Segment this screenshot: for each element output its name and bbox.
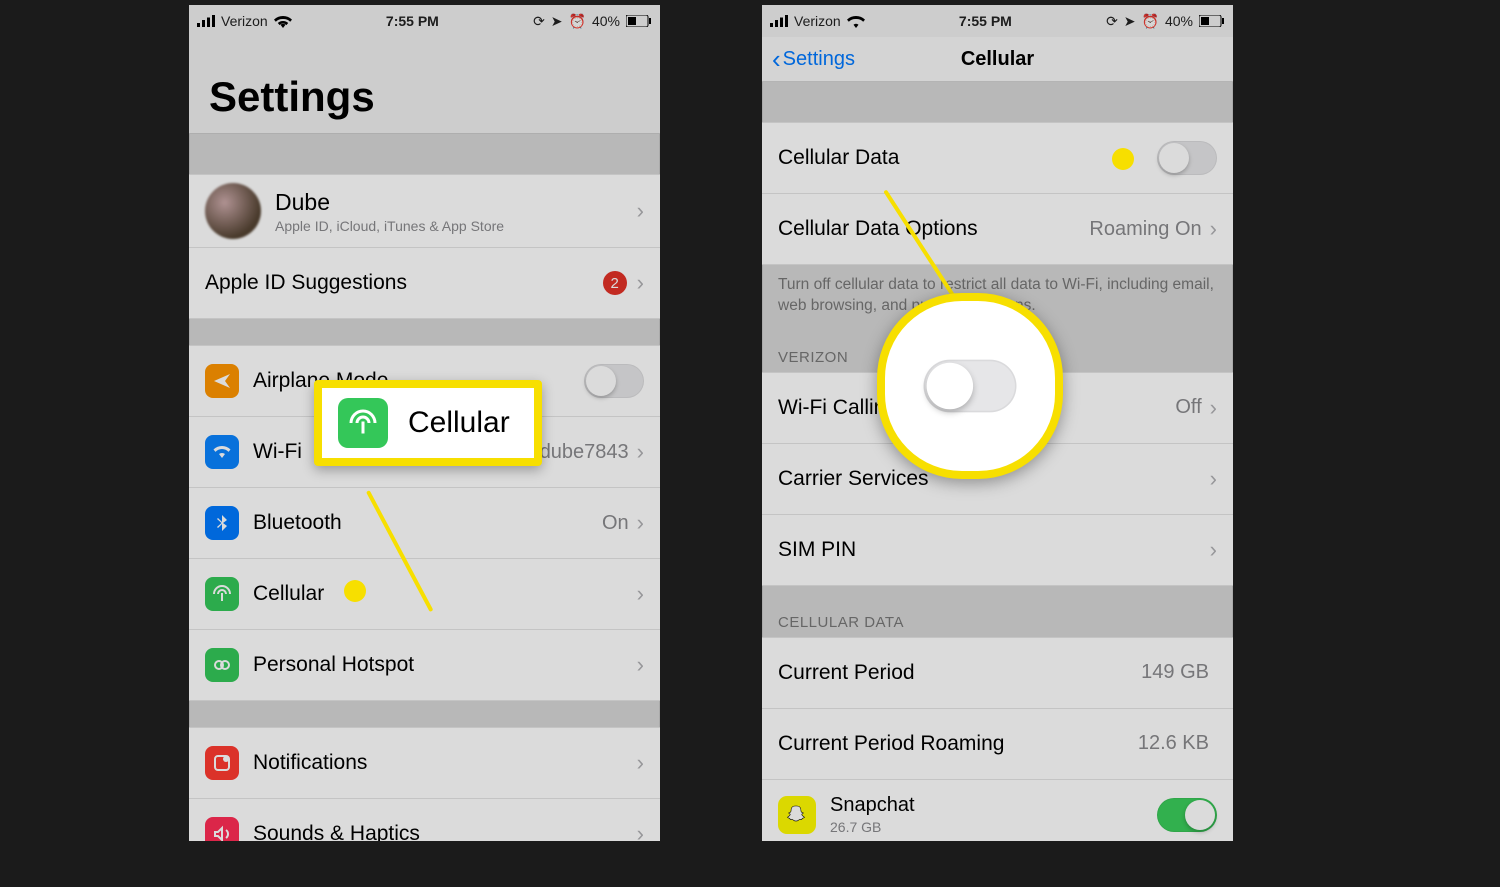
cellular-data-row[interactable]: Cellular Data [762, 123, 1233, 194]
callout-cellular-label: Cellular [408, 406, 510, 440]
status-bar: Verizon 7:55 PM ⟳ ➤ ⏰ 40% [762, 5, 1233, 37]
signal-icon [197, 15, 215, 27]
location-icon: ➤ [551, 13, 563, 30]
app-name: Snapchat [830, 794, 1157, 817]
callout-cellular-icon [338, 398, 388, 448]
status-carrier: Verizon [221, 13, 268, 29]
phone-settings: Verizon 7:55 PM ⟳ ➤ ⏰ 40% Settings [189, 5, 660, 841]
nav-bar: ‹ Settings Cellular [762, 37, 1233, 82]
chevron-right-icon: › [637, 200, 644, 222]
avatar [205, 183, 261, 239]
callout-toggle-off [924, 360, 1017, 413]
chevron-left-icon: ‹ [772, 44, 781, 75]
status-bar: Verizon 7:55 PM ⟳ ➤ ⏰ 40% [189, 5, 660, 37]
chevron-right-icon: › [637, 583, 644, 605]
callout-cellular-card: Cellular [314, 380, 542, 466]
chevron-right-icon: › [637, 823, 644, 841]
chevron-right-icon: › [1210, 539, 1217, 561]
airplane-toggle[interactable] [584, 364, 644, 398]
page-title: Settings [189, 37, 660, 134]
roaming-label: Current Period Roaming [778, 732, 1138, 756]
profile-sub: Apple ID, iCloud, iTunes & App Store [275, 218, 637, 234]
status-carrier: Verizon [794, 13, 841, 29]
app-row-snapchat[interactable]: Snapchat 26.7 GB [762, 780, 1233, 841]
cellular-data-toggle[interactable] [1157, 141, 1217, 175]
sim-pin-label: SIM PIN [778, 538, 1210, 562]
bluetooth-label: Bluetooth [253, 511, 602, 535]
cellular-row[interactable]: Cellular › [189, 559, 660, 630]
chevron-right-icon: › [637, 272, 644, 294]
chevron-right-icon: › [637, 512, 644, 534]
callout-toggle-zoom [877, 293, 1063, 479]
back-label: Settings [783, 48, 855, 71]
bluetooth-row[interactable]: Bluetooth On › [189, 488, 660, 559]
cellular-data-options-value: Roaming On [1089, 218, 1201, 241]
wifi-calling-value: Off [1175, 396, 1201, 419]
cellular-data-label: Cellular Data [778, 146, 1157, 170]
chevron-right-icon: › [637, 654, 644, 676]
notifications-label: Notifications [253, 751, 637, 775]
profile-row[interactable]: Dube Apple ID, iCloud, iTunes & App Stor… [189, 175, 660, 248]
hotspot-icon [205, 648, 239, 682]
chevron-right-icon: › [637, 752, 644, 774]
chevron-right-icon: › [1210, 397, 1217, 419]
sim-pin-row[interactable]: SIM PIN › [762, 515, 1233, 585]
battery-icon [1199, 15, 1225, 27]
app-usage: 26.7 GB [830, 819, 1157, 835]
chevron-right-icon: › [1210, 468, 1217, 490]
bluetooth-value: On [602, 512, 629, 535]
current-period-row: Current Period 149 GB [762, 638, 1233, 709]
location-icon: ➤ [1124, 13, 1136, 30]
orientation-lock-icon: ⟳ [1106, 13, 1118, 30]
hotspot-row[interactable]: Personal Hotspot › [189, 630, 660, 700]
profile-name: Dube [275, 189, 637, 216]
current-period-label: Current Period [778, 661, 1141, 685]
orientation-lock-icon: ⟳ [533, 13, 545, 30]
battery-icon [626, 15, 652, 27]
chevron-right-icon: › [637, 441, 644, 463]
app-toggle-snapchat[interactable] [1157, 798, 1217, 832]
alarm-icon: ⏰ [569, 13, 586, 30]
back-button[interactable]: ‹ Settings [762, 44, 865, 75]
cellular-data-options-label: Cellular Data Options [778, 217, 1089, 241]
chevron-right-icon: › [1210, 218, 1217, 240]
apple-id-label: Apple ID Suggestions [205, 271, 603, 295]
hotspot-label: Personal Hotspot [253, 653, 637, 677]
status-battery: 40% [592, 13, 620, 29]
status-time: 7:55 PM [959, 13, 1012, 29]
airplane-icon [205, 364, 239, 398]
sounds-label: Sounds & Haptics [253, 822, 637, 841]
wifi-icon [274, 15, 292, 28]
cellular-icon [205, 577, 239, 611]
phone-cellular: Verizon 7:55 PM ⟳ ➤ ⏰ 40% ‹ Settings [762, 5, 1233, 841]
status-battery: 40% [1165, 13, 1193, 29]
notifications-row[interactable]: Notifications › [189, 728, 660, 799]
bluetooth-icon [205, 506, 239, 540]
notifications-icon [205, 746, 239, 780]
canvas: Verizon 7:55 PM ⟳ ➤ ⏰ 40% Settings [0, 0, 1500, 887]
sounds-icon [205, 817, 239, 841]
snapchat-icon [778, 796, 816, 834]
roaming-value: 12.6 KB [1138, 732, 1209, 755]
apple-id-suggestions-row[interactable]: Apple ID Suggestions 2 › [189, 248, 660, 318]
current-period-roaming-row: Current Period Roaming 12.6 KB [762, 709, 1233, 780]
cellular-data-options-row[interactable]: Cellular Data Options Roaming On › [762, 194, 1233, 264]
wifi-value: dube7843 [540, 441, 629, 464]
current-period-value: 149 GB [1141, 661, 1209, 684]
wifi-icon [847, 15, 865, 28]
alarm-icon: ⏰ [1142, 13, 1159, 30]
sounds-row[interactable]: Sounds & Haptics › [189, 799, 660, 841]
cellular-data-header: CELLULAR DATA [762, 604, 1233, 637]
wifi-icon-tile [205, 435, 239, 469]
status-time: 7:55 PM [386, 13, 439, 29]
cellular-label: Cellular [253, 582, 637, 606]
apple-id-badge: 2 [603, 271, 627, 295]
signal-icon [770, 15, 788, 27]
